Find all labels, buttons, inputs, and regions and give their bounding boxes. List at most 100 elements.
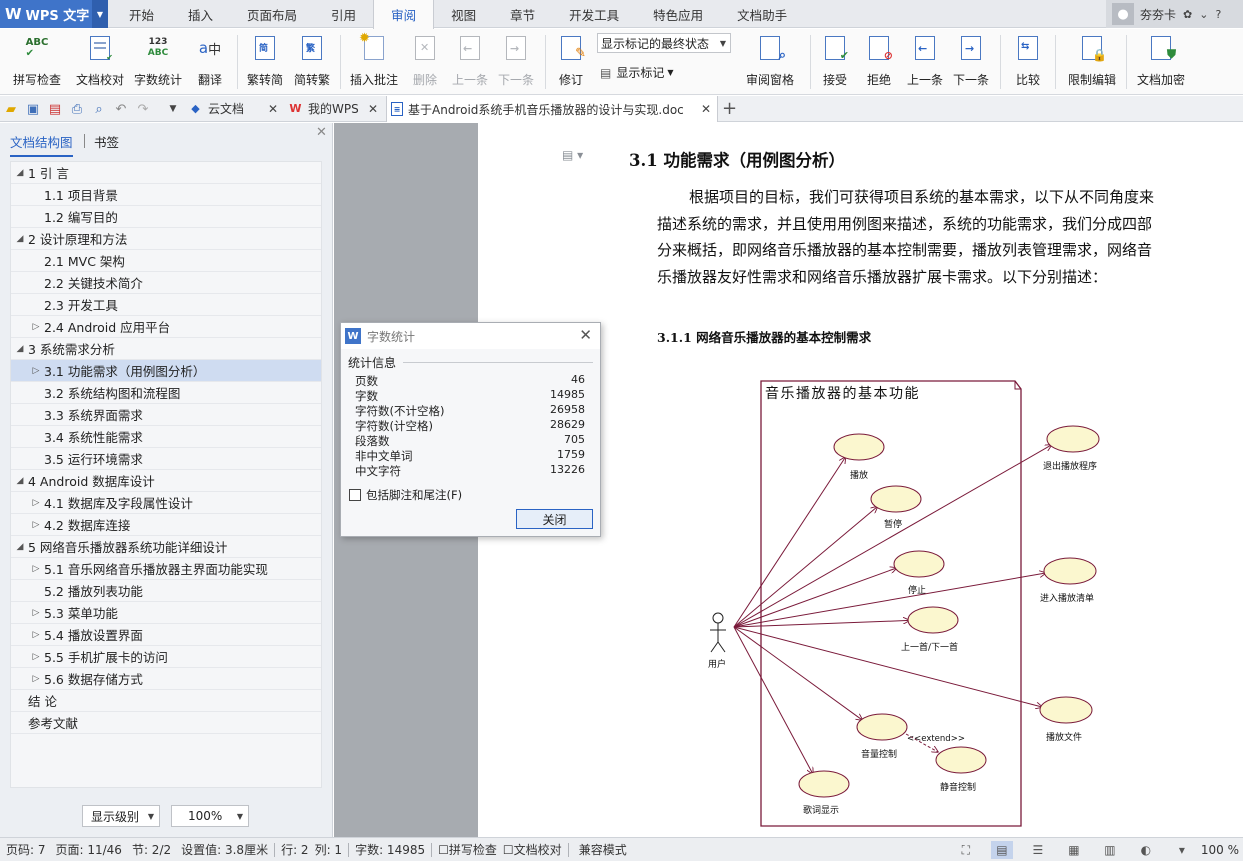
new-tab-button[interactable]: +: [718, 96, 742, 121]
tab-features[interactable]: 特色应用: [636, 0, 720, 28]
outline-item[interactable]: ▷ 4.2 数据库连接: [11, 514, 321, 536]
collapse-icon[interactable]: ◢: [15, 476, 25, 486]
delete-comment-button[interactable]: ✕ 删除: [405, 33, 445, 91]
include-footnotes-checkbox[interactable]: 包括脚注和尾注(F): [349, 487, 462, 503]
outline-item[interactable]: 3.3 系统界面需求: [11, 404, 321, 426]
close-icon[interactable]: ✕: [579, 326, 592, 344]
tab-review[interactable]: 审阅: [373, 0, 435, 29]
outline-item[interactable]: ▷ 3.1 功能需求（用例图分析）: [11, 360, 321, 382]
expand-icon[interactable]: ▷: [31, 608, 41, 618]
expand-icon[interactable]: ▷: [31, 674, 41, 684]
open-folder-icon[interactable]: ▰: [2, 100, 20, 118]
outline-item[interactable]: ◢ 5 网络音乐播放器系统功能详细设计: [11, 536, 321, 558]
collapse-icon[interactable]: ◢: [15, 344, 25, 354]
close-icon[interactable]: ✕: [268, 102, 278, 116]
help-icon[interactable]: ?: [1215, 8, 1221, 21]
outline-item[interactable]: ◢ 4 Android 数据库设计: [11, 470, 321, 492]
outline-view-icon[interactable]: ☰: [1027, 841, 1049, 859]
compare-button[interactable]: ⇆ 比较: [1008, 33, 1048, 91]
outline-item[interactable]: 3.5 运行环境需求: [11, 448, 321, 470]
app-menu-button[interactable]: W WPS 文字 ▼: [0, 0, 108, 28]
quick-access-dropdown-icon[interactable]: ▼: [164, 100, 182, 118]
outline-item[interactable]: ▷ 5.4 播放设置界面: [11, 624, 321, 646]
encrypt-button[interactable]: ⛊ 文档加密: [1132, 33, 1190, 91]
avatar[interactable]: ●: [1112, 3, 1134, 25]
tab-chapter[interactable]: 章节: [493, 0, 552, 28]
track-changes-button[interactable]: ✎ 修订: [551, 33, 591, 91]
simp-to-trad-button[interactable]: 繁 简转繁: [291, 33, 333, 91]
collapse-icon[interactable]: ◢: [15, 234, 25, 244]
doc-proof-button[interactable]: ✔ 文档校对: [74, 33, 126, 91]
dialog-titlebar[interactable]: W 字数统计 ✕: [341, 323, 600, 349]
web-view-icon[interactable]: ▦: [1063, 841, 1085, 859]
chevron-down-icon[interactable]: ⌄: [1199, 8, 1208, 21]
tab-page-layout[interactable]: 页面布局: [230, 0, 314, 28]
translate-button[interactable]: a中 翻译: [190, 33, 230, 91]
collapse-icon[interactable]: ◢: [15, 168, 25, 178]
outline-item[interactable]: 2.1 MVC 架构: [11, 250, 321, 272]
insert-comment-button[interactable]: ✹ 插入批注: [347, 31, 401, 91]
status-words[interactable]: 字数: 14985: [355, 841, 425, 858]
outline-item[interactable]: 3.4 系统性能需求: [11, 426, 321, 448]
tab-outline[interactable]: 文档结构图: [10, 132, 73, 157]
tab-developer[interactable]: 开发工具: [552, 0, 636, 28]
level-select[interactable]: 显示级别 ▼: [82, 805, 160, 827]
nav-zoom-select[interactable]: 100% ▼: [171, 805, 249, 827]
outline-item[interactable]: 1.2 编写目的: [11, 206, 321, 228]
expand-icon[interactable]: ▷: [31, 630, 41, 640]
tab-home[interactable]: 开始: [112, 0, 171, 28]
tab-references[interactable]: 引用: [314, 0, 373, 28]
reject-button[interactable]: ⊘ 拒绝: [861, 33, 897, 91]
outline-item[interactable]: 参考文献: [11, 712, 321, 734]
next-change-button[interactable]: → 下一条: [950, 33, 992, 91]
trad-to-simp-button[interactable]: 简 繁转简: [244, 33, 286, 91]
expand-icon[interactable]: ▷: [31, 498, 41, 508]
expand-icon[interactable]: ▷: [31, 322, 41, 332]
outline-item[interactable]: ▷ 5.5 手机扩展卡的访问: [11, 646, 321, 668]
tab-insert[interactable]: 插入: [171, 0, 230, 28]
status-spellcheck[interactable]: ☐拼写检查: [438, 841, 497, 858]
outline-item[interactable]: ▷ 2.4 Android 应用平台: [11, 316, 321, 338]
status-proof[interactable]: ☐文档校对: [503, 841, 562, 858]
tab-my-wps[interactable]: W 我的WPS ✕: [284, 96, 386, 121]
outline-item[interactable]: ▷ 4.1 数据库及字段属性设计: [11, 492, 321, 514]
redo-icon[interactable]: ↷: [134, 100, 152, 118]
tab-doc-assistant[interactable]: 文档助手: [720, 0, 804, 28]
undo-icon[interactable]: ↶: [112, 100, 130, 118]
paragraph-icon[interactable]: ▤ ▾: [562, 148, 583, 162]
expand-icon[interactable]: ▷: [31, 366, 41, 376]
outline-item[interactable]: 3.2 系统结构图和流程图: [11, 382, 321, 404]
export-pdf-icon[interactable]: ▤: [46, 100, 64, 118]
outline-item[interactable]: 结 论: [11, 690, 321, 712]
review-pane-button[interactable]: ⌕ 审阅窗格: [739, 33, 801, 91]
expand-icon[interactable]: ▷: [31, 652, 41, 662]
status-page[interactable]: 页面: 11/46: [56, 841, 122, 858]
spellcheck-button[interactable]: ABC ✔ 拼写检查: [6, 33, 68, 91]
markup-display-select[interactable]: 显示标记的最终状态 ▼: [597, 33, 731, 53]
outline-item[interactable]: ◢ 3 系统需求分析: [11, 338, 321, 360]
restrict-edit-button[interactable]: 🔒 限制编辑: [1063, 33, 1121, 91]
eye-protect-icon[interactable]: ◐: [1135, 841, 1157, 859]
close-icon[interactable]: ✕: [701, 102, 711, 116]
outline-item[interactable]: ▷ 5.3 菜单功能: [11, 602, 321, 624]
print-icon[interactable]: ⎙: [68, 100, 86, 118]
outline-item[interactable]: 2.2 关键技术简介: [11, 272, 321, 294]
user-name[interactable]: 夯夯卡: [1140, 6, 1176, 23]
status-page-code[interactable]: 页码: 7: [6, 841, 46, 858]
word-count-button[interactable]: 123 ABC 字数统计: [132, 33, 184, 91]
reading-mode-icon[interactable]: ▥: [1099, 841, 1121, 859]
checkbox-box[interactable]: [349, 489, 361, 501]
page-view-icon[interactable]: ▤: [990, 841, 1013, 859]
zoom-menu-icon[interactable]: ▾: [1171, 841, 1193, 859]
chevron-down-icon[interactable]: ▼: [92, 0, 108, 28]
skin-icon[interactable]: ✿: [1183, 8, 1192, 21]
outline-item[interactable]: 5.2 播放列表功能: [11, 580, 321, 602]
expand-icon[interactable]: ▷: [31, 564, 41, 574]
close-icon[interactable]: ✕: [368, 102, 378, 116]
outline-item[interactable]: ▷ 5.1 音乐网络音乐播放器主界面功能实现: [11, 558, 321, 580]
tab-cloud-docs[interactable]: ◆ 云文档 ✕: [184, 96, 282, 121]
prev-comment-button[interactable]: ← 上一条: [450, 33, 490, 91]
next-comment-button[interactable]: → 下一条: [495, 33, 537, 91]
close-button[interactable]: 关闭: [516, 509, 593, 529]
prev-change-button[interactable]: ← 上一条: [905, 33, 945, 91]
